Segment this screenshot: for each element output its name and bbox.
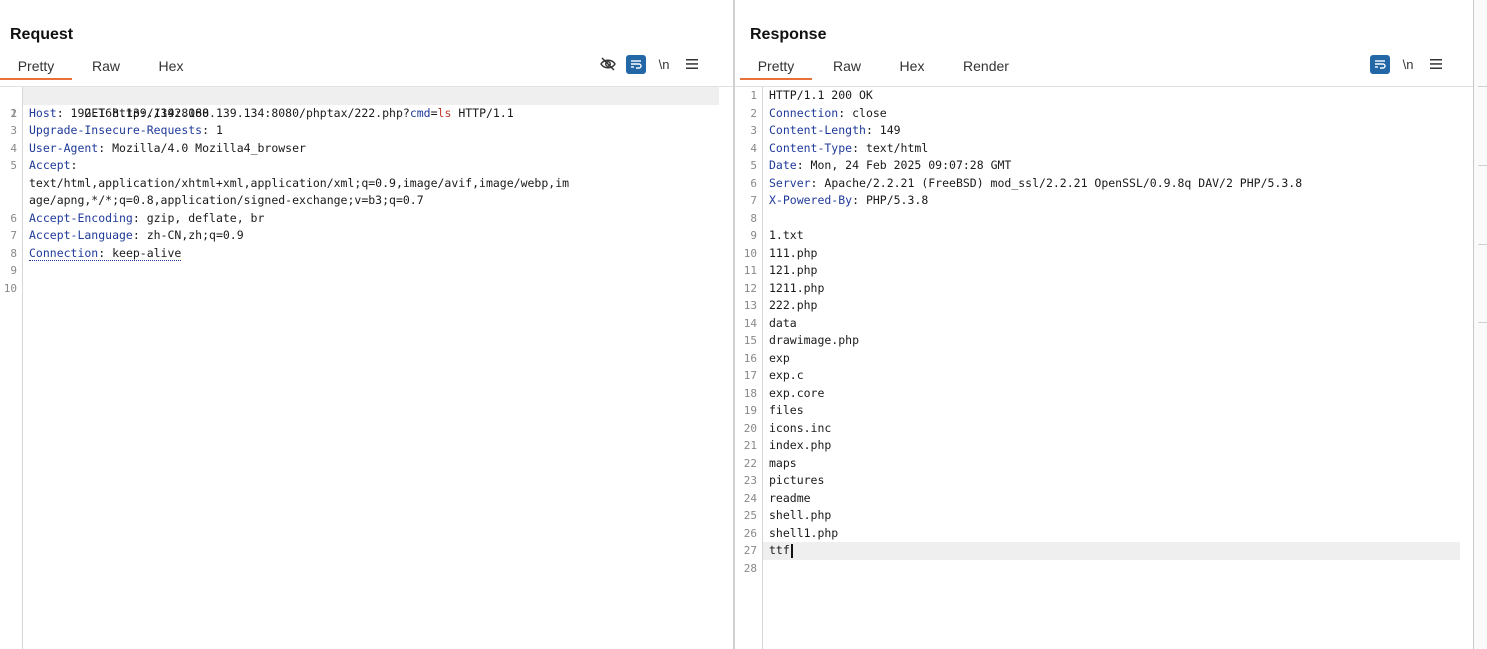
response-header-line: 2 Connection: close (750, 105, 887, 120)
request-panel: Request Pretty Raw Hex \n 1 GET http://1… (0, 0, 733, 649)
request-newline-toggle[interactable]: \n (650, 54, 678, 74)
response-body-line: 13 222.php (743, 298, 818, 312)
request-line: 8 Connection: keep-alive (10, 245, 182, 261)
request-line: 7 Accept-Language: zh-CN,zh;q=0.9 (10, 228, 244, 242)
wrap-icon (631, 60, 642, 69)
request-tab-hex[interactable]: Hex (140, 54, 202, 80)
response-tab-render[interactable]: Render (942, 54, 1030, 80)
response-body-line: 19 files (743, 403, 804, 417)
response-menu-button[interactable] (1422, 54, 1450, 74)
response-body-line: 18 exp.core (743, 385, 825, 400)
response-tabs: Pretty Raw Hex Render (740, 54, 1030, 80)
hamburger-menu-icon (1430, 59, 1442, 69)
hamburger-menu-icon (686, 59, 698, 69)
request-line: 3 Upgrade-Insecure-Requests: 1 (10, 123, 223, 137)
response-body-line: 12 1211.php (743, 280, 825, 295)
response-body-line: 26 shell1.php (743, 525, 839, 540)
request-tabs: Pretty Raw Hex (0, 54, 202, 80)
response-blank-line: 28 (743, 561, 757, 575)
request-line: 9 (10, 264, 17, 277)
response-body-line: 10 111.php (743, 245, 818, 260)
response-body-line: 14 data (743, 315, 797, 330)
eye-slash-icon (600, 57, 616, 71)
request-wrap-button[interactable] (622, 54, 650, 74)
response-header-line: 4 Content-Type: text/html (750, 140, 929, 155)
hide-headers-button[interactable] (594, 54, 622, 74)
response-header-line: 7 X-Powered-By: PHP/5.3.8 (750, 193, 929, 207)
response-panel: Response Pretty Raw Hex Render \n 1 HTTP/… (735, 0, 1474, 649)
response-body-line: 25 shell.php (743, 508, 832, 522)
request-line: 5 Accept: (10, 158, 78, 172)
response-tab-raw[interactable]: Raw (812, 54, 882, 80)
wrap-icon (1375, 60, 1386, 69)
request-line-wrapped: age/apng,*/*;q=0.8,application/signed-ex… (29, 193, 424, 207)
response-wrap-button[interactable] (1366, 54, 1394, 74)
request-line: 1 GET http://192.168.139.134:8080/phptax/… (10, 87, 719, 120)
response-header-line: 6 Server: Apache/2.2.21 (FreeBSD) mod_ssl… (750, 175, 1303, 190)
text-caret (790, 543, 793, 558)
request-title: Request (10, 26, 74, 43)
request-line: 2 Host: 192.168.139.134:8080 (10, 105, 210, 120)
response-blank-line: 8 (750, 211, 757, 225)
response-body-line: 21 index.php (743, 438, 832, 452)
response-body-line: 11 121.php (743, 263, 818, 277)
response-header-line: 3 Content-Length: 149 (750, 123, 901, 137)
response-editor[interactable]: 1 HTTP/1.1 200 OK 2 Connection: close 3 Cont… (735, 86, 1474, 649)
request-menu-button[interactable] (678, 54, 706, 74)
request-line-wrapped: text/html,application/xhtml+xml,applicat… (29, 175, 570, 190)
response-body-line: 22 maps (743, 455, 797, 470)
request-tab-raw[interactable]: Raw (72, 54, 140, 80)
response-body-line: 23 pictures (743, 473, 825, 487)
request-toolbar: \n (594, 54, 706, 74)
request-line: 10 (3, 281, 17, 295)
response-body-line: 9 1.txt (750, 228, 804, 242)
request-tab-pretty[interactable]: Pretty (0, 54, 72, 80)
response-body-line: 17 exp.c (743, 368, 804, 382)
response-line: 1 HTTP/1.1 200 OK (750, 88, 873, 102)
response-toolbar: \n (1366, 54, 1450, 74)
response-newline-toggle[interactable]: \n (1394, 54, 1422, 74)
response-body-line: 24 readme (743, 490, 811, 505)
response-body-line: 15 drawimage.php (743, 333, 860, 347)
request-editor[interactable]: 1 GET http://192.168.139.134:8080/phptax/… (0, 86, 733, 649)
request-line: 4 User-Agent: Mozilla/4.0 Mozilla4_browse… (10, 140, 306, 155)
response-tab-hex[interactable]: Hex (882, 54, 942, 80)
request-line: 6 Accept-Encoding: gzip, deflate, br (10, 210, 265, 225)
right-side-strip (1474, 0, 1487, 649)
response-body-line: 20 icons.inc (743, 420, 832, 435)
response-header-line: 5 Date: Mon, 24 Feb 2025 09:07:28 GMT (750, 158, 1012, 172)
response-tab-pretty[interactable]: Pretty (740, 54, 812, 80)
response-body-line: 16 exp (743, 350, 790, 365)
response-lines: 1 HTTP/1.1 200 OK 2 Connection: close 3 Cont… (743, 87, 1460, 577)
response-body-line: 27 ttf (744, 542, 1460, 560)
response-title: Response (750, 26, 827, 43)
request-lines: 1 GET http://192.168.139.134:8080/phptax/… (3, 87, 719, 297)
